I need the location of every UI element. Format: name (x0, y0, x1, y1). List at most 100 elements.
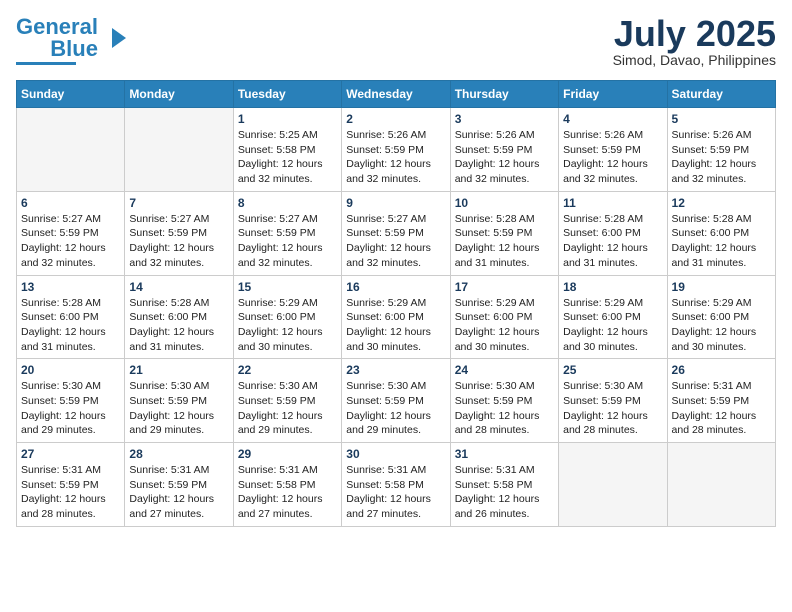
calendar-cell: 30 Sunrise: 5:31 AMSunset: 5:58 PMDayligh… (342, 443, 450, 527)
calendar-cell: 9 Sunrise: 5:27 AMSunset: 5:59 PMDaylight… (342, 191, 450, 275)
day-info: Sunrise: 5:28 AMSunset: 6:00 PMDaylight:… (21, 296, 120, 355)
day-info: Sunrise: 5:31 AMSunset: 5:58 PMDaylight:… (238, 463, 337, 522)
calendar-cell: 18 Sunrise: 5:29 AMSunset: 6:00 PMDayligh… (559, 275, 667, 359)
calendar-cell: 1 Sunrise: 5:25 AMSunset: 5:58 PMDaylight… (233, 108, 341, 192)
day-info: Sunrise: 5:29 AMSunset: 6:00 PMDaylight:… (672, 296, 771, 355)
day-info: Sunrise: 5:31 AMSunset: 5:59 PMDaylight:… (21, 463, 120, 522)
calendar-cell: 7 Sunrise: 5:27 AMSunset: 5:59 PMDaylight… (125, 191, 233, 275)
day-info: Sunrise: 5:30 AMSunset: 5:59 PMDaylight:… (129, 379, 228, 438)
calendar-cell: 23 Sunrise: 5:30 AMSunset: 5:59 PMDayligh… (342, 359, 450, 443)
calendar-cell (125, 108, 233, 192)
calendar-cell: 11Sunrise: 5:28 AMSunset: 6:00 PMDayligh… (559, 191, 667, 275)
day-info: Sunrise: 5:31 AMSunset: 5:58 PMDaylight:… (346, 463, 445, 522)
day-info: Sunrise: 5:26 AMSunset: 5:59 PMDaylight:… (563, 128, 662, 187)
day-number: 5 (672, 112, 771, 126)
calendar-cell (667, 443, 775, 527)
day-number: 19 (672, 280, 771, 294)
col-sunday: Sunday (17, 81, 125, 108)
calendar-cell: 17 Sunrise: 5:29 AMSunset: 6:00 PMDayligh… (450, 275, 558, 359)
calendar-cell: 3 Sunrise: 5:26 AMSunset: 5:59 PMDaylight… (450, 108, 558, 192)
day-number: 12 (672, 196, 771, 210)
day-info: Sunrise: 5:30 AMSunset: 5:59 PMDaylight:… (455, 379, 554, 438)
day-number: 14 (129, 280, 228, 294)
day-number: 28 (129, 447, 228, 461)
col-saturday: Saturday (667, 81, 775, 108)
calendar-cell: 14 Sunrise: 5:28 AMSunset: 6:00 PMDayligh… (125, 275, 233, 359)
calendar-cell: 4 Sunrise: 5:26 AMSunset: 5:59 PMDaylight… (559, 108, 667, 192)
calendar-cell: 12 Sunrise: 5:28 AMSunset: 6:00 PMDayligh… (667, 191, 775, 275)
logo-blue: Blue (50, 38, 98, 60)
page-header: General Blue July 2025 Simod, Davao, Phi… (16, 16, 776, 68)
day-number: 23 (346, 363, 445, 377)
calendar-cell (559, 443, 667, 527)
logo: General Blue (16, 16, 130, 65)
day-info: Sunrise: 5:29 AMSunset: 6:00 PMDaylight:… (346, 296, 445, 355)
day-info: Sunrise: 5:30 AMSunset: 5:59 PMDaylight:… (21, 379, 120, 438)
day-number: 18 (563, 280, 662, 294)
calendar-cell: 19 Sunrise: 5:29 AMSunset: 6:00 PMDayligh… (667, 275, 775, 359)
col-thursday: Thursday (450, 81, 558, 108)
calendar-week-5: 27 Sunrise: 5:31 AMSunset: 5:59 PMDayligh… (17, 443, 776, 527)
day-number: 20 (21, 363, 120, 377)
day-info: Sunrise: 5:30 AMSunset: 5:59 PMDaylight:… (238, 379, 337, 438)
day-info: Sunrise: 5:28 AMSunset: 6:00 PMDaylight:… (563, 212, 662, 271)
day-number: 10 (455, 196, 554, 210)
day-number: 9 (346, 196, 445, 210)
day-info: Sunrise: 5:28 AMSunset: 5:59 PMDaylight:… (455, 212, 554, 271)
day-info: Sunrise: 5:27 AMSunset: 5:59 PMDaylight:… (129, 212, 228, 271)
day-number: 30 (346, 447, 445, 461)
calendar-cell: 28 Sunrise: 5:31 AMSunset: 5:59 PMDayligh… (125, 443, 233, 527)
day-info: Sunrise: 5:31 AMSunset: 5:59 PMDaylight:… (672, 379, 771, 438)
day-number: 27 (21, 447, 120, 461)
location: Simod, Davao, Philippines (613, 52, 776, 68)
logo-icon (102, 24, 130, 52)
col-friday: Friday (559, 81, 667, 108)
calendar-cell: 31Sunrise: 5:31 AMSunset: 5:58 PMDayligh… (450, 443, 558, 527)
calendar-cell: 25 Sunrise: 5:30 AMSunset: 5:59 PMDayligh… (559, 359, 667, 443)
month-year: July 2025 (613, 16, 776, 52)
calendar-header-row: Sunday Monday Tuesday Wednesday Thursday… (17, 81, 776, 108)
day-number: 21 (129, 363, 228, 377)
calendar-cell: 8 Sunrise: 5:27 AMSunset: 5:59 PMDaylight… (233, 191, 341, 275)
day-number: 1 (238, 112, 337, 126)
day-info: Sunrise: 5:29 AMSunset: 6:00 PMDaylight:… (238, 296, 337, 355)
day-info: Sunrise: 5:27 AMSunset: 5:59 PMDaylight:… (238, 212, 337, 271)
day-info: Sunrise: 5:29 AMSunset: 6:00 PMDaylight:… (563, 296, 662, 355)
day-number: 31 (455, 447, 554, 461)
day-number: 25 (563, 363, 662, 377)
day-number: 6 (21, 196, 120, 210)
calendar-cell: 21 Sunrise: 5:30 AMSunset: 5:59 PMDayligh… (125, 359, 233, 443)
day-number: 4 (563, 112, 662, 126)
calendar-cell: 24 Sunrise: 5:30 AMSunset: 5:59 PMDayligh… (450, 359, 558, 443)
calendar-week-1: 1 Sunrise: 5:25 AMSunset: 5:58 PMDaylight… (17, 108, 776, 192)
calendar-cell: 15 Sunrise: 5:29 AMSunset: 6:00 PMDayligh… (233, 275, 341, 359)
col-tuesday: Tuesday (233, 81, 341, 108)
calendar-cell: 20 Sunrise: 5:30 AMSunset: 5:59 PMDayligh… (17, 359, 125, 443)
day-number: 3 (455, 112, 554, 126)
day-info: Sunrise: 5:27 AMSunset: 5:59 PMDaylight:… (346, 212, 445, 271)
day-info: Sunrise: 5:31 AMSunset: 5:59 PMDaylight:… (129, 463, 228, 522)
day-number: 24 (455, 363, 554, 377)
col-wednesday: Wednesday (342, 81, 450, 108)
day-info: Sunrise: 5:30 AMSunset: 5:59 PMDaylight:… (346, 379, 445, 438)
calendar-table: Sunday Monday Tuesday Wednesday Thursday… (16, 80, 776, 527)
day-info: Sunrise: 5:28 AMSunset: 6:00 PMDaylight:… (672, 212, 771, 271)
day-info: Sunrise: 5:27 AMSunset: 5:59 PMDaylight:… (21, 212, 120, 271)
calendar-cell: 27 Sunrise: 5:31 AMSunset: 5:59 PMDayligh… (17, 443, 125, 527)
day-info: Sunrise: 5:25 AMSunset: 5:58 PMDaylight:… (238, 128, 337, 187)
title-block: July 2025 Simod, Davao, Philippines (613, 16, 776, 68)
day-number: 15 (238, 280, 337, 294)
day-info: Sunrise: 5:26 AMSunset: 5:59 PMDaylight:… (455, 128, 554, 187)
calendar-cell: 10 Sunrise: 5:28 AMSunset: 5:59 PMDayligh… (450, 191, 558, 275)
day-info: Sunrise: 5:29 AMSunset: 6:00 PMDaylight:… (455, 296, 554, 355)
day-number: 8 (238, 196, 337, 210)
day-info: Sunrise: 5:30 AMSunset: 5:59 PMDaylight:… (563, 379, 662, 438)
day-number: 22 (238, 363, 337, 377)
day-number: 17 (455, 280, 554, 294)
calendar-cell: 6 Sunrise: 5:27 AMSunset: 5:59 PMDaylight… (17, 191, 125, 275)
calendar-cell: 29Sunrise: 5:31 AMSunset: 5:58 PMDayligh… (233, 443, 341, 527)
calendar-cell: 26Sunrise: 5:31 AMSunset: 5:59 PMDayligh… (667, 359, 775, 443)
calendar-cell: 5Sunrise: 5:26 AMSunset: 5:59 PMDaylight… (667, 108, 775, 192)
day-number: 7 (129, 196, 228, 210)
day-info: Sunrise: 5:28 AMSunset: 6:00 PMDaylight:… (129, 296, 228, 355)
